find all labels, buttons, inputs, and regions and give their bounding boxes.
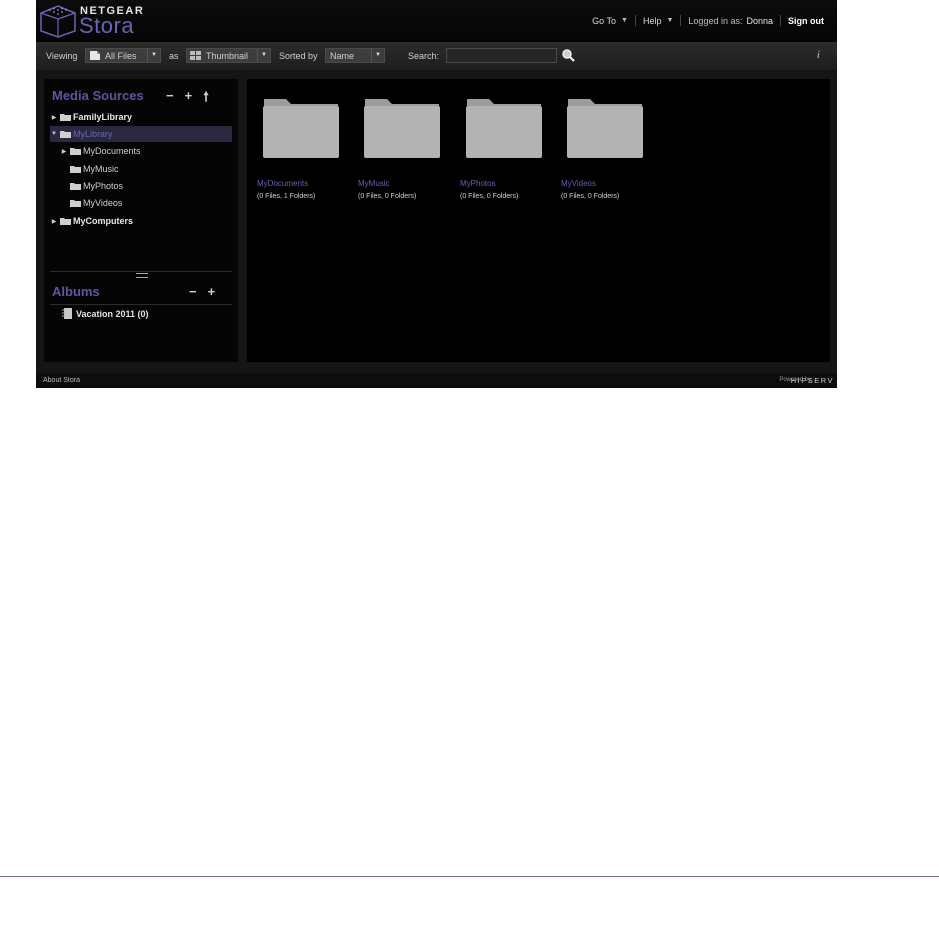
albums-actions: − + (189, 284, 215, 299)
tree-item-label: MyPhotos (83, 181, 124, 191)
tree-item-label: FamilyLibrary (73, 112, 133, 122)
folder-name[interactable]: MyVideos (561, 179, 661, 188)
about-stora-link[interactable]: About Stora (43, 377, 80, 384)
album-label: Vacation 2011 (0) (76, 308, 149, 319)
search-input[interactable] (446, 48, 557, 63)
folder-icon (60, 114, 71, 121)
chevron-down-icon: ▼ (257, 49, 270, 62)
folder-tile-mydocuments[interactable]: MyDocuments (0 Files, 1 Folders) (257, 97, 357, 200)
folder-icon (567, 99, 643, 158)
collapse-arrow-icon[interactable]: ▼ (50, 131, 58, 137)
stora-app-window: NETGEAR Stora Go To ▼ Help ▼ Logged in a… (36, 0, 837, 388)
goto-label: Go To (592, 15, 617, 26)
info-icon[interactable]: i (817, 50, 820, 61)
tree-item-myphotos[interactable]: MyPhotos (50, 178, 232, 194)
help-menu[interactable]: Help ▼ (636, 16, 680, 26)
panel-divider (50, 271, 232, 272)
folder-tile-myvideos[interactable]: MyVideos (0 Files, 0 Folders) (561, 97, 661, 200)
folder-meta: (0 Files, 0 Folders) (358, 193, 417, 200)
goto-menu[interactable]: Go To ▼ (585, 16, 635, 26)
search-label: Search: (408, 51, 440, 61)
expand-arrow-icon[interactable]: ▶ (50, 218, 58, 225)
help-label: Help (642, 15, 662, 26)
logged-in-info: Logged in as: Donna (681, 16, 780, 26)
tree-item-label: MyComputers (73, 216, 134, 226)
file-browser: MyDocuments (0 Files, 1 Folders) MyMusic… (247, 79, 830, 362)
sort-select[interactable]: Name ▼ (325, 48, 385, 63)
chevron-down-icon: ▼ (371, 49, 384, 62)
sorted-by-label: Sorted by (279, 51, 318, 61)
as-label: as (169, 51, 179, 61)
tree-item-mymusic[interactable]: MyMusic (50, 161, 232, 177)
tree-item-label: MyLibrary (73, 129, 113, 139)
media-sources-actions: − + 🠕 (166, 88, 209, 110)
viewing-label: Viewing (46, 51, 78, 61)
stora-cube-logo-icon[interactable] (38, 4, 78, 38)
folder-name[interactable]: MyMusic (358, 179, 458, 188)
folder-icon (263, 99, 339, 158)
remove-album-button[interactable]: − (189, 284, 197, 299)
tree-item-label: MyDocuments (83, 146, 141, 156)
chevron-down-icon: ▼ (147, 49, 160, 62)
albums-divider (50, 304, 232, 305)
hipserv-logo: HIPSERV (790, 376, 834, 385)
tree-item-mylibrary[interactable]: ▼ MyLibrary (50, 126, 232, 142)
folder-icon (70, 148, 81, 155)
folder-name[interactable]: MyPhotos (460, 179, 560, 188)
folder-icon (60, 131, 71, 138)
search-icon[interactable] (561, 48, 575, 62)
viewing-select[interactable]: All Files ▼ (85, 48, 161, 63)
sort-value: Name (330, 50, 355, 61)
footer: About Stora Powered by HIPSERV (36, 373, 837, 388)
sign-out-link[interactable]: Sign out (781, 16, 831, 26)
folder-icon (70, 200, 81, 207)
expand-arrow-icon[interactable]: ▶ (60, 148, 68, 155)
remove-source-button[interactable]: − (166, 88, 174, 110)
album-icon (62, 308, 72, 319)
chevron-down-icon: ▼ (621, 17, 628, 24)
expand-arrow-icon[interactable]: ▶ (50, 114, 58, 121)
top-navigation: Go To ▼ Help ▼ Logged in as: Donna Sign … (585, 15, 831, 26)
folder-icon (364, 99, 440, 158)
tree-item-mycomputers[interactable]: ▶ MyComputers (50, 213, 232, 229)
folder-tile-mymusic[interactable]: MyMusic (0 Files, 0 Folders) (358, 97, 458, 200)
album-item[interactable]: Vacation 2011 (0) (62, 308, 149, 319)
tree-item-label: MyVideos (83, 198, 123, 208)
stora-wordmark: Stora (79, 13, 135, 38)
tree-item-mydocuments[interactable]: ▶ MyDocuments (50, 143, 232, 159)
view-mode-value: Thumbnail (206, 50, 249, 61)
logged-in-label: Logged in as: (688, 15, 743, 26)
tree-item-myvideos[interactable]: MyVideos (50, 195, 232, 211)
folder-tile-myphotos[interactable]: MyPhotos (0 Files, 0 Folders) (460, 97, 560, 200)
albums-title: Albums (52, 284, 100, 299)
view-toolbar: Viewing All Files ▼ as Thumbnail ▼ Sorte… (36, 42, 837, 70)
grid-icon (190, 50, 201, 60)
chevron-down-icon: ▼ (666, 17, 674, 24)
viewing-value: All Files (105, 50, 137, 61)
page-divider (0, 876, 939, 877)
upload-arrow-icon[interactable]: 🠕 (203, 88, 209, 110)
tree-item-familylibrary[interactable]: ▶ FamilyLibrary (50, 109, 232, 125)
tree-item-label: MyMusic (83, 164, 119, 174)
media-sources-title: Media Sources (52, 88, 144, 103)
folder-meta: (0 Files, 0 Folders) (460, 193, 519, 200)
top-bar: NETGEAR Stora Go To ▼ Help ▼ Logged in a… (36, 0, 837, 42)
view-mode-select[interactable]: Thumbnail ▼ (186, 48, 271, 63)
file-icon (90, 51, 100, 60)
folder-icon (60, 218, 71, 225)
resize-grip-icon[interactable] (136, 273, 148, 278)
sidebar: Media Sources − + 🠕 ▶ FamilyLibrary ▼ My… (44, 79, 238, 362)
folder-meta: (0 Files, 1 Folders) (257, 193, 316, 200)
folder-icon (70, 166, 81, 173)
folder-icon (70, 183, 81, 190)
user-name: Donna (746, 15, 773, 26)
sign-out-label: Sign out (788, 15, 824, 26)
add-album-button[interactable]: + (208, 284, 216, 299)
add-source-button[interactable]: + (185, 88, 193, 110)
folder-icon (466, 99, 542, 158)
folder-name[interactable]: MyDocuments (257, 179, 357, 188)
folder-meta: (0 Files, 0 Folders) (561, 193, 620, 200)
